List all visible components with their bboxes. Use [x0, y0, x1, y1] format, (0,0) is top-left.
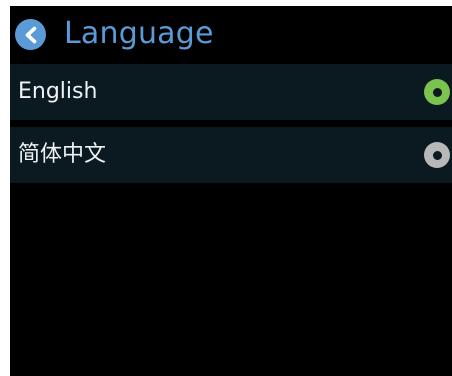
radio-dot: [432, 87, 442, 97]
language-option-english[interactable]: English: [10, 64, 452, 120]
radio-dot: [432, 150, 442, 160]
back-button[interactable]: [15, 19, 46, 50]
language-label: English: [18, 79, 98, 104]
page-title: Language: [64, 16, 214, 51]
language-label: 简体中文: [18, 142, 107, 167]
chevron-left-icon: [25, 26, 36, 43]
language-screen: Language English 简体中文: [10, 6, 452, 376]
radio-selected-icon[interactable]: [424, 79, 450, 105]
header: Language: [10, 6, 452, 64]
radio-unselected-icon[interactable]: [424, 142, 450, 168]
language-option-chinese[interactable]: 简体中文: [10, 127, 452, 183]
